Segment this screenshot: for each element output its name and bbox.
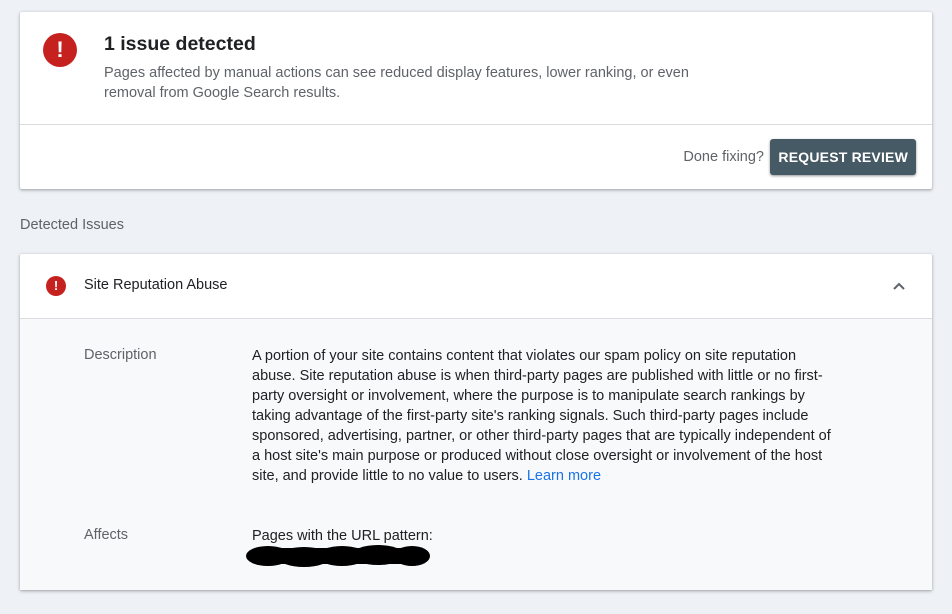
chevron-up-icon[interactable]	[892, 279, 906, 293]
description-label: Description	[84, 347, 157, 363]
error-icon: !	[46, 276, 66, 296]
issue-title: Site Reputation Abuse	[84, 277, 228, 293]
manual-action-summary-card: ! 1 issue detected Pages affected by man…	[20, 12, 932, 189]
summary-actions: Done fixing? REQUEST REVIEW	[20, 125, 932, 189]
learn-more-link[interactable]: Learn more	[527, 468, 601, 484]
affects-text: Pages with the URL pattern:	[252, 528, 433, 544]
description-text: A portion of your site contains content …	[252, 346, 832, 486]
redacted-url-pattern	[246, 545, 430, 567]
issue-details: Description A portion of your site conta…	[20, 319, 932, 590]
detected-issues-heading: Detected Issues	[20, 217, 124, 233]
issue-header-toggle[interactable]: ! Site Reputation Abuse	[20, 254, 932, 319]
error-icon: !	[43, 33, 77, 67]
description-body: A portion of your site contains content …	[252, 348, 831, 484]
done-fixing-text: Done fixing?	[683, 149, 764, 165]
summary-header: ! 1 issue detected Pages affected by man…	[20, 12, 932, 125]
issue-count-title: 1 issue detected	[104, 33, 256, 55]
affects-label: Affects	[84, 527, 129, 543]
issue-card: ! Site Reputation Abuse Description A po…	[20, 254, 932, 590]
request-review-button[interactable]: REQUEST REVIEW	[770, 139, 916, 175]
summary-description: Pages affected by manual actions can see…	[104, 65, 689, 101]
